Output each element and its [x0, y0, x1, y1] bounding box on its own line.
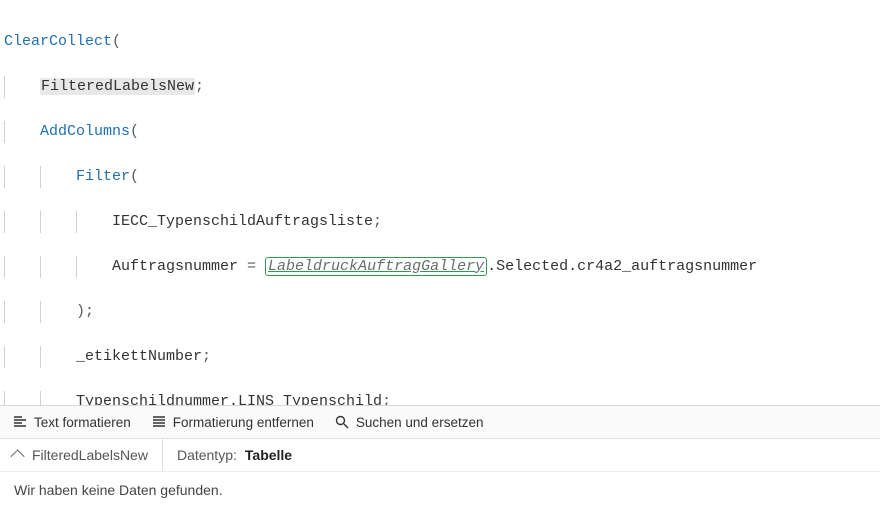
find-replace-label: Suchen und ersetzen	[356, 415, 484, 430]
editor-toolbar: Text formatieren Formatierung entfernen …	[0, 405, 880, 438]
fn-filter: Filter	[76, 168, 130, 185]
remove-formatting-label: Formatierung entfernen	[173, 415, 314, 430]
gallery-ref: LabeldruckAuftragGallery	[265, 257, 487, 276]
format-text-label: Text formatieren	[34, 415, 131, 430]
result-type-cell: Datentyp: Tabelle	[163, 439, 306, 471]
fn-addcolumns: AddColumns	[40, 123, 130, 140]
status-message: Wir haben keine Daten gefunden.	[0, 471, 880, 508]
format-text-icon	[12, 414, 28, 430]
chevron-up-icon	[11, 449, 25, 463]
result-info-bar: FilteredLabelsNew Datentyp: Tabelle	[0, 438, 880, 471]
type-value: Tabelle	[245, 447, 292, 463]
collection-name: FilteredLabelsNew	[40, 78, 195, 95]
type-prefix: Datentyp:	[177, 447, 237, 463]
fn-clearcollect: ClearCollect	[4, 33, 112, 50]
remove-formatting-button[interactable]: Formatierung entfernen	[151, 414, 314, 430]
result-variable-cell[interactable]: FilteredLabelsNew	[0, 439, 163, 471]
find-replace-button[interactable]: Suchen und ersetzen	[334, 414, 484, 430]
result-variable-name: FilteredLabelsNew	[32, 447, 148, 463]
remove-formatting-icon	[151, 414, 167, 430]
search-icon	[334, 414, 350, 430]
datasource: IECC_TypenschildAuftragsliste	[112, 213, 373, 230]
format-text-button[interactable]: Text formatieren	[12, 414, 131, 430]
formula-editor[interactable]: ClearCollect( FilteredLabelsNew; AddColu…	[0, 0, 880, 405]
